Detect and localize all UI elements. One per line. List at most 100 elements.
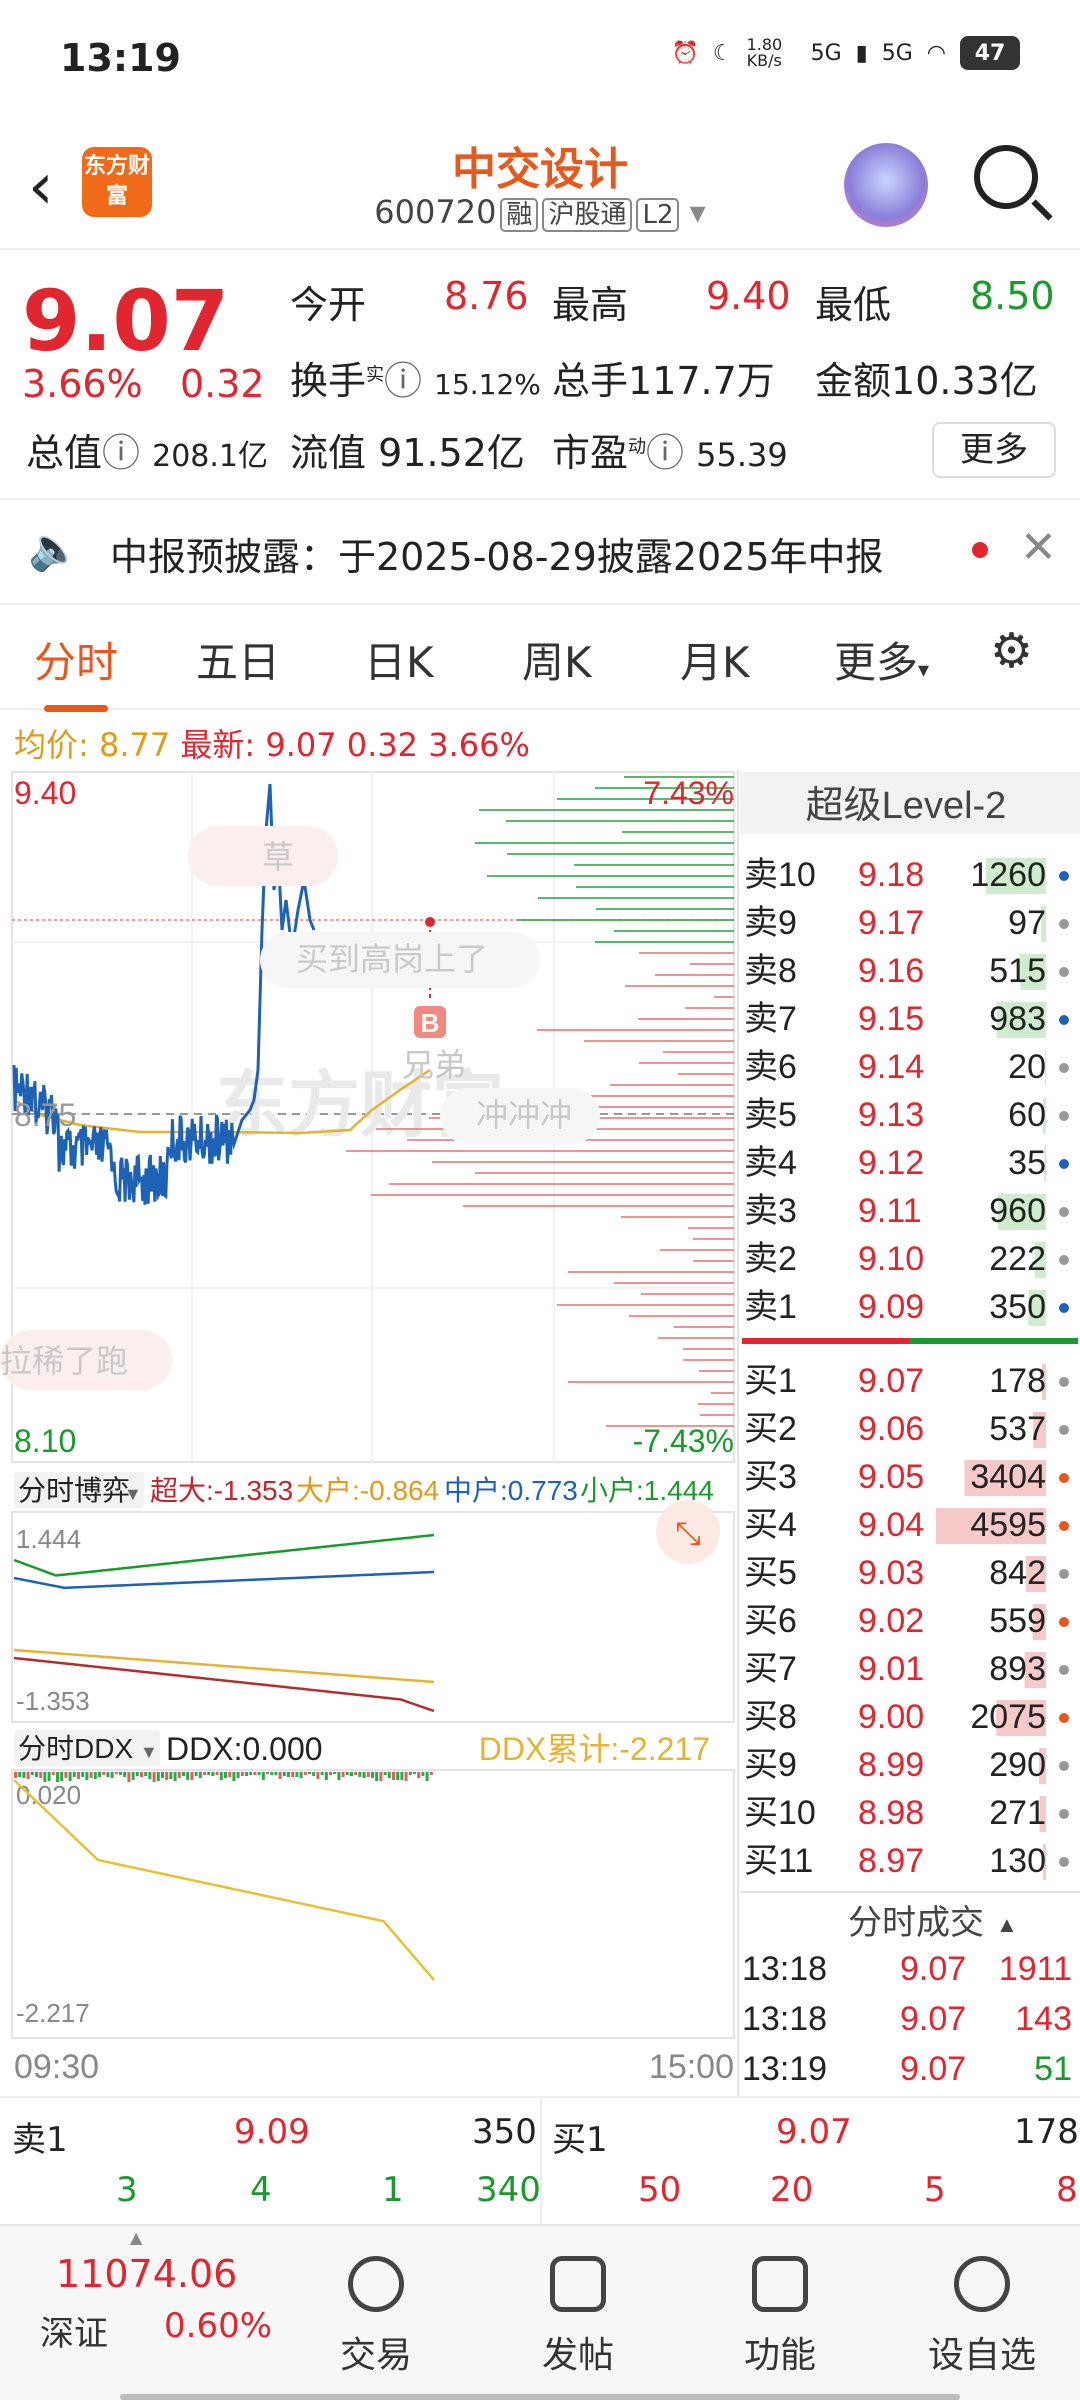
intraday-chart-area[interactable]: 东方财富 B 草 买到高岗上了 兄弟 冲冲冲 拉稀了跑 9.40 7.43% 8… bbox=[0, 770, 1080, 2096]
bid-price: 9.02 bbox=[858, 1602, 924, 1640]
chevron-down-icon[interactable]: ▾ bbox=[679, 193, 706, 231]
ddx-bar bbox=[26, 1772, 30, 1779]
tab-more[interactable]: 更多▾ bbox=[834, 629, 929, 690]
ddx-bar bbox=[379, 1772, 383, 1781]
expand-arrows: ⤡ bbox=[675, 1515, 701, 1551]
quote-panel: 9.07 3.66% 0.32 总值ⓘ 208.1亿 今开 8.76 最高 9.… bbox=[0, 250, 1080, 500]
notice-bar[interactable]: 🔈 中报预披露：于2025-08-29披露2025年中报 ✕ bbox=[0, 500, 1080, 605]
tab-more-label: 更多 bbox=[834, 638, 919, 687]
tab-five-day[interactable]: 五日 bbox=[196, 629, 280, 690]
pe-label: 市盈 bbox=[552, 431, 629, 475]
bid1-price: 9.07 bbox=[776, 2112, 852, 2152]
depth-bar bbox=[663, 1051, 734, 1053]
depth-bar bbox=[576, 886, 734, 888]
ddx-bar bbox=[392, 1772, 395, 1780]
more-button[interactable]: 更多 bbox=[932, 422, 1056, 478]
info-icon[interactable]: ⓘ bbox=[384, 359, 422, 403]
ask-price: 9.10 bbox=[858, 1240, 924, 1278]
tab-monthly-k[interactable]: 月K bbox=[680, 629, 750, 690]
last-price: 9.07 bbox=[22, 272, 230, 370]
ddx-bar bbox=[324, 1772, 328, 1780]
volume-value: 117.7万 bbox=[628, 359, 775, 403]
ask-label: 卖6 bbox=[744, 1048, 797, 1086]
ddx-bar bbox=[270, 1772, 274, 1775]
ask-price: 9.15 bbox=[858, 1000, 924, 1038]
change-value: 0.32 bbox=[180, 362, 265, 406]
ddx-bar bbox=[308, 1772, 311, 1774]
caret-up-icon[interactable]: ▲ bbox=[996, 1912, 1018, 1937]
info-icon[interactable]: ⓘ bbox=[102, 431, 140, 475]
wifi-icon: ◠ bbox=[926, 40, 946, 66]
ask-volume: 20 bbox=[1008, 1048, 1046, 1086]
search-icon[interactable] bbox=[974, 145, 1038, 209]
ask-price: 9.16 bbox=[858, 952, 924, 990]
turnover-sup: 实 bbox=[366, 364, 385, 386]
ask-label: 卖8 bbox=[744, 952, 797, 990]
last-label: 最新: bbox=[180, 726, 256, 764]
depth-bar bbox=[683, 1348, 734, 1350]
bid-price: 9.01 bbox=[858, 1650, 924, 1688]
ddx-bar bbox=[14, 1772, 17, 1778]
ddx-bar bbox=[333, 1772, 337, 1774]
float-label: 流值 bbox=[290, 431, 367, 475]
tab-intraday[interactable]: 分时 bbox=[34, 629, 118, 712]
pe-sup: 动 bbox=[628, 436, 647, 458]
ask-label: 卖2 bbox=[744, 1240, 797, 1278]
caret-down-icon[interactable]: ▼ bbox=[124, 1484, 142, 1504]
status-bar: 13:19 ⏰ ☾ 1.80 KB/s 5G ▮ 5G ◠ 47 bbox=[0, 0, 1080, 115]
depth-bar bbox=[714, 996, 734, 998]
ask1-price: 9.09 bbox=[234, 2112, 310, 2152]
b-marker-label: B bbox=[421, 1008, 440, 1038]
ddx-bar bbox=[148, 1772, 152, 1779]
ddx-bar bbox=[152, 1772, 156, 1782]
nav-watchlist[interactable]: 设自选 bbox=[912, 2256, 1052, 2378]
bid-detail-2: 20 bbox=[770, 2170, 814, 2210]
ddx-bar bbox=[215, 1772, 219, 1775]
close-icon[interactable]: ✕ bbox=[1020, 522, 1057, 573]
stock-code: 600720 bbox=[374, 193, 497, 231]
status-icons: ⏰ ☾ 1.80 KB/s 5G ▮ 5G ◠ 47 bbox=[671, 36, 1020, 70]
ddx-bar bbox=[81, 1772, 85, 1777]
index-name[interactable]: 深证 bbox=[40, 2306, 108, 2355]
ask-label: 卖7 bbox=[744, 1000, 797, 1038]
ticks-title[interactable]: 分时成交 bbox=[848, 1904, 984, 1942]
bid-label: 买8 bbox=[744, 1698, 797, 1736]
depth-bar bbox=[432, 1161, 734, 1163]
ask-dot bbox=[1059, 1063, 1069, 1073]
notice-text[interactable]: 中报预披露：于2025-08-29披露2025年中报 bbox=[110, 526, 884, 581]
index-pct[interactable]: 0.60% bbox=[164, 2306, 272, 2346]
ddx-bar bbox=[274, 1772, 278, 1775]
bid-dot bbox=[1059, 1521, 1069, 1531]
info-icon[interactable]: ⓘ bbox=[646, 431, 684, 475]
tick-volume: 1911 bbox=[999, 1950, 1072, 1988]
axis-bot-pct: -7.43% bbox=[633, 1423, 734, 1459]
ddx-bar bbox=[396, 1772, 400, 1780]
turnover-value: 15.12% bbox=[434, 368, 541, 401]
assistant-robot-icon[interactable] bbox=[844, 143, 928, 227]
bid-dot bbox=[1059, 1473, 1069, 1483]
bottom-nav: ▲ 11074.06 深证 0.60% 交易 发帖 功能 设自选 bbox=[0, 2224, 1080, 2400]
level2-title: 超级Level-2 bbox=[806, 785, 1007, 827]
tab-daily-k[interactable]: 日K bbox=[364, 629, 434, 690]
nav-post[interactable]: 发帖 bbox=[508, 2256, 648, 2378]
tab-weekly-k[interactable]: 周K bbox=[522, 629, 592, 690]
index-value[interactable]: 11074.06 bbox=[56, 2252, 237, 2296]
ask-volume: 960 bbox=[989, 1192, 1046, 1230]
volume-row: 总手117.7万 bbox=[552, 350, 775, 405]
bid-label: 买4 bbox=[744, 1506, 797, 1544]
ddx-bar bbox=[253, 1772, 257, 1775]
ddx-bar bbox=[320, 1772, 324, 1775]
nav-trade[interactable]: 交易 bbox=[306, 2256, 446, 2378]
open-value: 8.76 bbox=[444, 274, 529, 318]
caret-up-icon[interactable]: ▲ bbox=[130, 2228, 142, 2247]
ddx-bar bbox=[425, 1772, 429, 1781]
tick-time: 13:18 bbox=[742, 2000, 827, 2038]
ddx-bar bbox=[266, 1772, 269, 1774]
settings-icon[interactable]: ⚙ bbox=[990, 623, 1033, 679]
caret-down-icon[interactable]: ▼ bbox=[140, 1742, 158, 1762]
nav-function[interactable]: 功能 bbox=[710, 2256, 850, 2378]
ask1-label: 卖1 bbox=[12, 2120, 68, 2160]
bid-dot bbox=[1059, 1665, 1069, 1675]
float-value: 91.52亿 bbox=[378, 431, 525, 475]
ask-label: 卖9 bbox=[744, 904, 797, 942]
